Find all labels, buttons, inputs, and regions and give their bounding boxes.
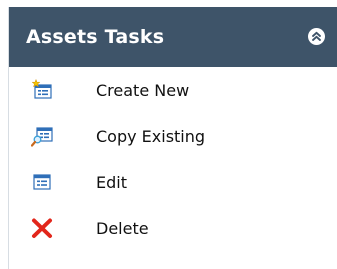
- panel-title: Assets Tasks: [26, 26, 165, 48]
- task-copy-existing[interactable]: Copy Existing: [9, 113, 337, 159]
- collapse-button[interactable]: [308, 28, 325, 45]
- search-form-icon: [31, 125, 53, 147]
- task-label: Edit: [96, 173, 127, 192]
- task-delete[interactable]: Delete: [9, 205, 337, 251]
- task-label: Delete: [96, 219, 149, 238]
- task-create-new[interactable]: Create New: [9, 67, 337, 113]
- form-icon: [31, 171, 53, 193]
- task-label: Create New: [96, 81, 190, 100]
- new-form-icon: [31, 79, 53, 101]
- task-label: Copy Existing: [96, 127, 206, 146]
- double-chevron-up-icon: [312, 31, 321, 41]
- assets-tasks-panel: Assets Tasks Create New Copy Existing Ed…: [8, 7, 337, 269]
- task-edit[interactable]: Edit: [9, 159, 337, 205]
- red-x-icon: [31, 217, 53, 239]
- panel-header: Assets Tasks: [9, 7, 337, 67]
- task-list: Create New Copy Existing Edit Delete: [9, 67, 337, 251]
